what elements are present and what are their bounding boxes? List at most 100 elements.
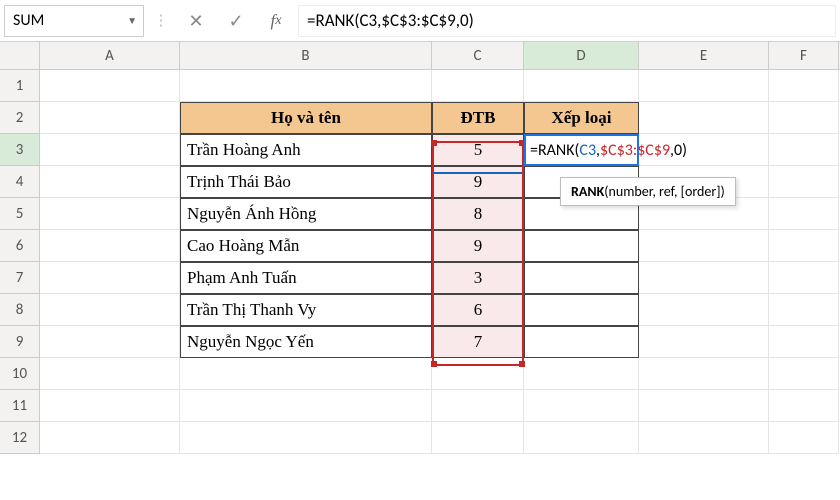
cell-A4[interactable]: [40, 166, 180, 198]
row-header-8[interactable]: 8: [0, 294, 40, 326]
cell-F4[interactable]: [769, 166, 839, 198]
cell-dtb-2[interactable]: 8: [432, 198, 524, 230]
row-header-7[interactable]: 7: [0, 262, 40, 294]
row-header-6[interactable]: 6: [0, 230, 40, 262]
cell-E10[interactable]: [639, 358, 769, 390]
col-header-A[interactable]: A: [40, 42, 180, 69]
row-header-1[interactable]: 1: [0, 70, 40, 102]
cell-D8[interactable]: [524, 294, 639, 326]
cell-F12[interactable]: [769, 422, 839, 454]
cell-E8[interactable]: [639, 294, 769, 326]
row-header-10[interactable]: 10: [0, 358, 40, 390]
cell-dtb-3[interactable]: 9: [432, 230, 524, 262]
cell-E6[interactable]: [639, 230, 769, 262]
cancel-icon[interactable]: ✕: [178, 5, 214, 37]
cell-A11[interactable]: [40, 390, 180, 422]
cell-F6[interactable]: [769, 230, 839, 262]
col-header-F[interactable]: F: [769, 42, 839, 69]
col-header-C[interactable]: C: [432, 42, 524, 69]
cell-A2[interactable]: [40, 102, 180, 134]
cell-name-2[interactable]: Nguyễn Ánh Hồng: [180, 198, 432, 230]
cell-A1[interactable]: [40, 70, 180, 102]
cell-name-5[interactable]: Trần Thị Thanh Vy: [180, 294, 432, 326]
cell-F9[interactable]: [769, 326, 839, 358]
cell-A5[interactable]: [40, 198, 180, 230]
cell-name-1[interactable]: Trịnh Thái Bảo: [180, 166, 432, 198]
cell-E11[interactable]: [639, 390, 769, 422]
cell-dtb-6[interactable]: 7: [432, 326, 524, 358]
cell-A7[interactable]: [40, 262, 180, 294]
column-headers: A B C D E F: [0, 42, 840, 70]
col-header-B[interactable]: B: [180, 42, 432, 69]
row-header-5[interactable]: 5: [0, 198, 40, 230]
cell-name-0[interactable]: Trần Hoàng Anh: [180, 134, 432, 166]
cell-name-4[interactable]: Phạm Anh Tuấn: [180, 262, 432, 294]
row-header-3[interactable]: 3: [0, 134, 40, 166]
cell-E7[interactable]: [639, 262, 769, 294]
cell-E12[interactable]: [639, 422, 769, 454]
spreadsheet-grid: A B C D E F 1 2 Họ và tên ĐTB Xếp loại 3: [0, 42, 840, 454]
fx-icon[interactable]: fx: [258, 5, 294, 37]
cell-C10[interactable]: [432, 358, 524, 390]
cell-F8[interactable]: [769, 294, 839, 326]
accept-icon[interactable]: ✓: [218, 5, 254, 37]
cell-D12[interactable]: [524, 422, 639, 454]
row-header-12[interactable]: 12: [0, 422, 40, 454]
formula-bar: SUM ▼ ⋮ ✕ ✓ fx =RANK(C3,$C$3:$C$9,0): [0, 0, 840, 42]
header-rank[interactable]: Xếp loại: [524, 102, 639, 134]
cell-D9[interactable]: [524, 326, 639, 358]
cell-B12[interactable]: [180, 422, 432, 454]
cell-F2[interactable]: [769, 102, 839, 134]
cell-D10[interactable]: [524, 358, 639, 390]
cell-E9[interactable]: [639, 326, 769, 358]
cell-F10[interactable]: [769, 358, 839, 390]
cell-D6[interactable]: [524, 230, 639, 262]
cell-A10[interactable]: [40, 358, 180, 390]
row-header-4[interactable]: 4: [0, 166, 40, 198]
cell-B10[interactable]: [180, 358, 432, 390]
cell-F3[interactable]: [769, 134, 839, 166]
cell-D1[interactable]: [524, 70, 639, 102]
cell-dtb-0[interactable]: 5: [432, 134, 524, 166]
cell-F7[interactable]: [769, 262, 839, 294]
cell-C1[interactable]: [432, 70, 524, 102]
cell-A8[interactable]: [40, 294, 180, 326]
row-header-11[interactable]: 11: [0, 390, 40, 422]
cell-F11[interactable]: [769, 390, 839, 422]
cell-B11[interactable]: [180, 390, 432, 422]
cell-E1[interactable]: [639, 70, 769, 102]
chevron-down-icon[interactable]: ▼: [127, 14, 137, 27]
cell-E2[interactable]: [639, 102, 769, 134]
cell-name-3[interactable]: Cao Hoàng Mẫn: [180, 230, 432, 262]
cell-name-6[interactable]: Nguyễn Ngọc Yến: [180, 326, 432, 358]
cell-dtb-4[interactable]: 3: [432, 262, 524, 294]
cell-D11[interactable]: [524, 390, 639, 422]
cell-C11[interactable]: [432, 390, 524, 422]
cell-A9[interactable]: [40, 326, 180, 358]
cell-A6[interactable]: [40, 230, 180, 262]
header-name[interactable]: Họ và tên: [180, 102, 432, 134]
cell-D7[interactable]: [524, 262, 639, 294]
cell-B1[interactable]: [180, 70, 432, 102]
col-header-E[interactable]: E: [639, 42, 769, 69]
tooltip-sig: (number, ref, [order]): [604, 183, 725, 200]
col-header-D[interactable]: D: [524, 42, 639, 69]
cell-F1[interactable]: [769, 70, 839, 102]
formula-input[interactable]: =RANK(C3,$C$3:$C$9,0): [298, 5, 836, 37]
cell-dtb-5[interactable]: 6: [432, 294, 524, 326]
row-header-2[interactable]: 2: [0, 102, 40, 134]
separator-icon: ⋮: [148, 11, 174, 30]
select-all-corner[interactable]: [0, 42, 40, 69]
name-box[interactable]: SUM ▼: [4, 5, 144, 37]
cell-A3[interactable]: [40, 134, 180, 166]
header-dtb[interactable]: ĐTB: [432, 102, 524, 134]
grid-rows: 1 2 Họ và tên ĐTB Xếp loại 3 Trần Hoàng …: [0, 70, 840, 454]
cell-F5[interactable]: [769, 198, 839, 230]
cell-dtb-1[interactable]: 9: [432, 166, 524, 198]
formula-input-text: =RANK(C3,$C$3:$C$9,0): [307, 10, 474, 31]
cell-C12[interactable]: [432, 422, 524, 454]
row-header-9[interactable]: 9: [0, 326, 40, 358]
tooltip-fn: RANK: [571, 183, 604, 200]
cell-D3-editing[interactable]: =RANK(C3,$C$3:$C$9,0): [524, 134, 639, 166]
cell-A12[interactable]: [40, 422, 180, 454]
